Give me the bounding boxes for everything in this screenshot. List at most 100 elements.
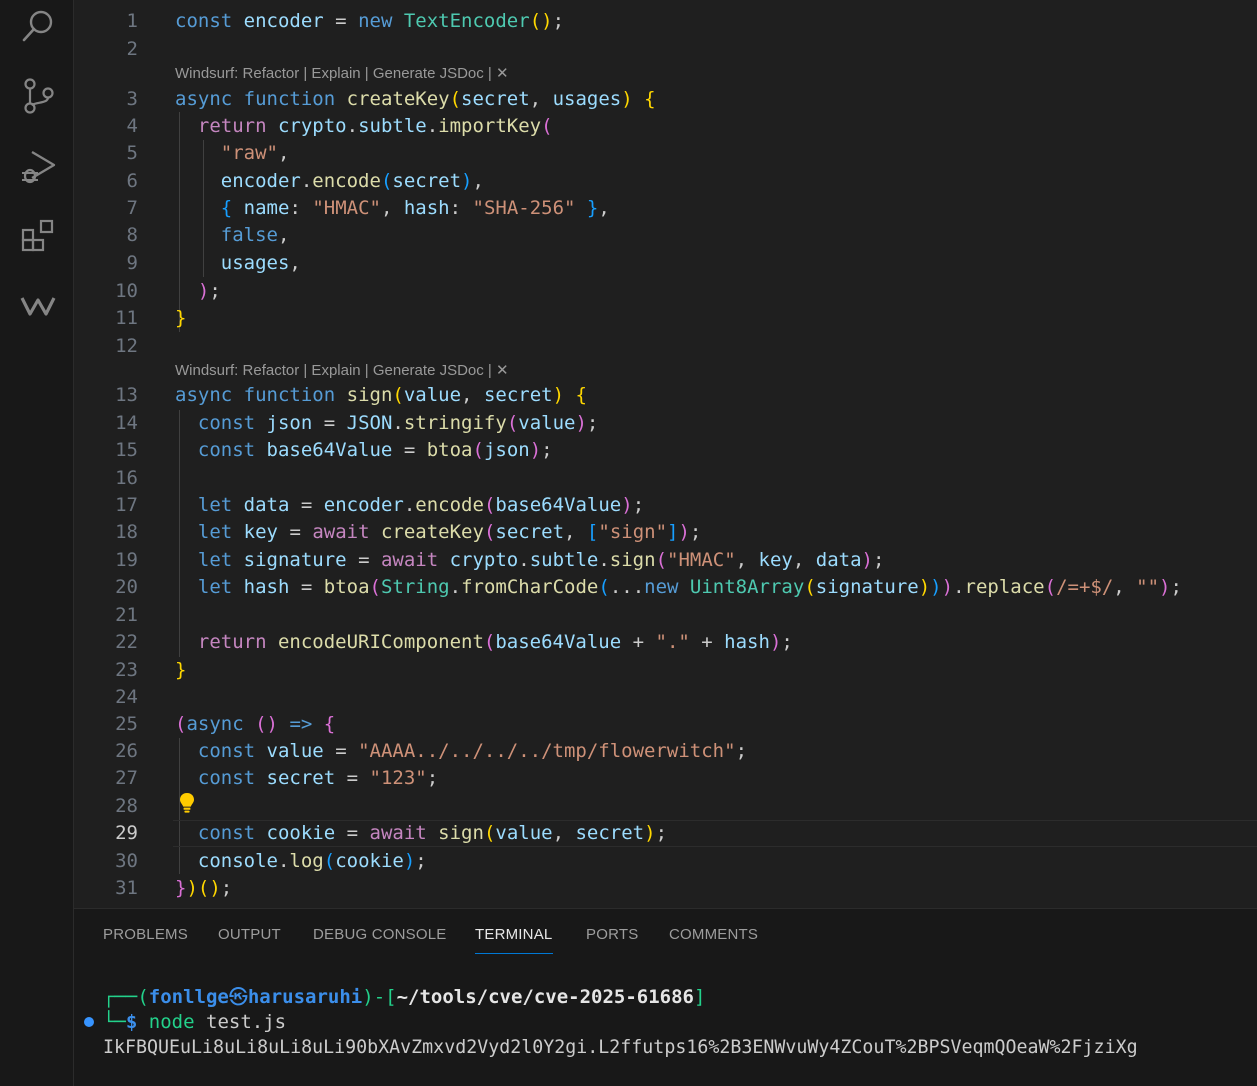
line-number: 4 xyxy=(126,115,138,137)
code-line[interactable]: 25 (async () => { xyxy=(74,711,1257,738)
code-text[interactable]: let data = encoder.encode(base64Value); xyxy=(175,492,644,519)
code-text[interactable]: console.log(cookie); xyxy=(175,848,427,875)
code-line[interactable]: 23} xyxy=(74,657,1257,684)
code-line[interactable]: 3 async function createKey(secret, usages… xyxy=(74,86,1257,113)
code-line[interactable]: 10 ); xyxy=(74,278,1257,305)
code-line[interactable]: 20 let hash = btoa(String.fromCharCode(.… xyxy=(74,574,1257,601)
line-number: 1 xyxy=(126,10,138,32)
code-text[interactable]: false, xyxy=(175,222,290,249)
line-number: 13 xyxy=(115,384,138,406)
line-number: 15 xyxy=(115,439,138,461)
line-number: 23 xyxy=(115,659,138,681)
line-number: 24 xyxy=(115,686,138,708)
line-number: 22 xyxy=(115,631,138,653)
code-text[interactable]: const json = JSON.stringify(value); xyxy=(175,410,598,437)
codelens-windsurf[interactable]: Windsurf: Refactor | Explain | Generate … xyxy=(175,361,509,381)
prompt-symbol: $ xyxy=(125,1011,138,1033)
line-number: 9 xyxy=(126,252,138,274)
code-line[interactable]: 5 "raw", xyxy=(74,140,1257,167)
prompt-host: harusaruhi xyxy=(247,986,363,1008)
code-line[interactable]: 22 return encodeURIComponent(base64Value… xyxy=(74,629,1257,656)
code-line[interactable]: 1 const encoder = new TextEncoder(); xyxy=(74,8,1257,35)
code-line[interactable]: 26 const value = "AAAA../../../../tmp/fl… xyxy=(74,738,1257,765)
code-line[interactable]: 6 encoder.encode(secret), xyxy=(74,168,1257,195)
line-number: 2 xyxy=(126,38,138,60)
code-line[interactable]: 31})(); xyxy=(74,875,1257,902)
code-line[interactable]: 13 async function sign(value, secret) { xyxy=(74,382,1257,409)
line-number: 12 xyxy=(115,335,138,357)
code-line[interactable]: 18 let key = await createKey(secret, ["s… xyxy=(74,519,1257,546)
code-text[interactable]: return encodeURIComponent(base64Value + … xyxy=(175,629,793,656)
code-line[interactable]: 11} xyxy=(74,305,1257,332)
code-text[interactable]: let hash = btoa(String.fromCharCode(...n… xyxy=(175,574,1182,601)
code-line[interactable]: 17 let data = encoder.encode(base64Value… xyxy=(74,492,1257,519)
line-number: 3 xyxy=(126,88,138,110)
code-line[interactable]: 2 xyxy=(74,36,1257,63)
source-control-icon[interactable] xyxy=(18,76,58,116)
code-line[interactable]: 9 usages, xyxy=(74,250,1257,277)
code-line[interactable]: 28 xyxy=(74,793,1257,820)
terminal-command: node xyxy=(148,1011,195,1033)
code-text[interactable]: async function createKey(secret, usages)… xyxy=(175,86,656,113)
code-line[interactable]: 4 return crypto.subtle.importKey( xyxy=(74,113,1257,140)
tab-terminal[interactable]: TERMINAL xyxy=(475,926,552,943)
tab-debug-console[interactable]: DEBUG CONSOLE xyxy=(313,926,446,943)
code-line[interactable]: 30 console.log(cookie); xyxy=(74,848,1257,875)
windsurf-icon[interactable] xyxy=(18,286,58,326)
code-text[interactable]: } xyxy=(175,657,186,684)
line-number: 28 xyxy=(115,795,138,817)
code-line[interactable]: 24 xyxy=(74,684,1257,711)
code-text[interactable]: ); xyxy=(175,278,221,305)
code-text[interactable]: const value = "AAAA../../../../tmp/flowe… xyxy=(175,738,747,765)
code-line[interactable]: 27 const secret = "123"; xyxy=(74,765,1257,792)
line-number: 20 xyxy=(115,576,138,598)
code-text[interactable]: const encoder = new TextEncoder(); xyxy=(175,8,564,35)
code-text[interactable]: encoder.encode(secret), xyxy=(175,168,484,195)
lightbulb-icon[interactable] xyxy=(178,792,196,814)
tab-ports[interactable]: PORTS xyxy=(586,926,638,943)
code-text[interactable]: const base64Value = btoa(json); xyxy=(175,437,553,464)
tab-output[interactable]: OUTPUT xyxy=(218,926,281,943)
code-line[interactable]: 14 const json = JSON.stringify(value); xyxy=(74,410,1257,437)
extensions-icon[interactable] xyxy=(18,216,58,256)
code-text[interactable]: } xyxy=(175,305,186,332)
code-line[interactable]: 12 xyxy=(74,333,1257,360)
search-icon[interactable] xyxy=(18,6,58,46)
code-text[interactable]: const secret = "123"; xyxy=(175,765,438,792)
run-debug-icon[interactable] xyxy=(18,146,58,186)
terminal-output: IkFBQUEuLi8uLi8uLi8uLi90bXAvZmxvd2Vyd2l0… xyxy=(103,1037,1138,1058)
code-text[interactable]: let key = await createKey(secret, ["sign… xyxy=(175,519,701,546)
code-line[interactable]: 19 let signature = await crypto.subtle.s… xyxy=(74,547,1257,574)
tab-comments[interactable]: COMMENTS xyxy=(669,926,758,943)
line-number: 18 xyxy=(115,521,138,543)
code-line-active[interactable]: 29 const cookie = await sign(value, secr… xyxy=(74,820,1257,847)
code-text[interactable]: })(); xyxy=(175,875,232,902)
line-number: 29 xyxy=(115,822,138,844)
line-number: 21 xyxy=(115,604,138,626)
code-line[interactable]: 8 false, xyxy=(74,222,1257,249)
line-number: 11 xyxy=(115,307,138,329)
activity-bar xyxy=(0,0,74,1086)
code-line[interactable]: 15 const base64Value = btoa(json); xyxy=(74,437,1257,464)
prompt-box-top: ┌──( xyxy=(103,986,149,1008)
code-text[interactable]: return crypto.subtle.importKey( xyxy=(175,113,553,140)
codelens-windsurf[interactable]: Windsurf: Refactor | Explain | Generate … xyxy=(175,64,509,84)
code-line[interactable]: 7 { name: "HMAC", hash: "SHA-256" }, xyxy=(74,195,1257,222)
code-text[interactable]: { name: "HMAC", hash: "SHA-256" }, xyxy=(175,195,610,222)
active-tab-indicator xyxy=(475,953,553,954)
code-text[interactable]: const cookie = await sign(value, secret)… xyxy=(175,820,667,847)
line-number: 25 xyxy=(115,713,138,735)
code-line[interactable]: 16 xyxy=(74,465,1257,492)
code-line[interactable]: 21 xyxy=(74,602,1257,629)
code-text[interactable]: "raw", xyxy=(175,140,290,167)
command-status-dot[interactable] xyxy=(84,1017,94,1027)
tab-problems[interactable]: PROBLEMS xyxy=(103,926,188,943)
code-text[interactable]: (async () => { xyxy=(175,711,335,738)
code-text[interactable]: let signature = await crypto.subtle.sign… xyxy=(175,547,885,574)
code-editor[interactable]: Windsurf: Refactor | Explain | Generate … xyxy=(74,0,1257,908)
prompt-user: fonllge xyxy=(148,986,229,1008)
code-text[interactable]: usages, xyxy=(175,250,301,277)
code-text[interactable]: async function sign(value, secret) { xyxy=(175,382,587,409)
line-number: 8 xyxy=(126,224,138,246)
terminal-command-arg: test.js xyxy=(206,1011,287,1033)
